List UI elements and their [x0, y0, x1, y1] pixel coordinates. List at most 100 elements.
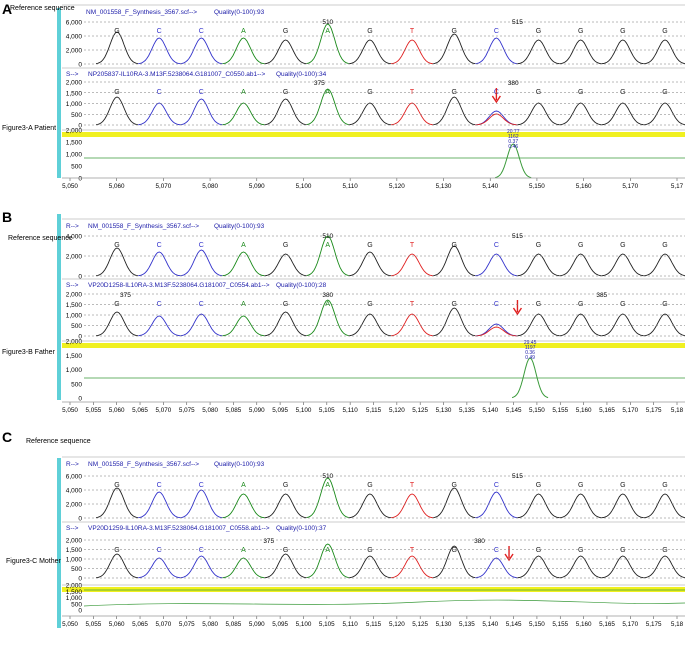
ref-peak-G [348, 493, 391, 519]
x-tick-label: 5,160 [576, 407, 592, 414]
ref-base-call: G [114, 28, 119, 35]
ref-peak-C [475, 253, 518, 277]
x-tick-label: 5,090 [249, 407, 265, 414]
ref-y-tick: 2,000 [66, 502, 83, 509]
x-tick-label: 5,17 [671, 183, 684, 190]
ref-position-label: 510 [322, 473, 333, 480]
ref-peak-G [433, 33, 476, 65]
ref-peak-C [138, 251, 181, 277]
ref-y-tick: 6,000 [66, 474, 83, 481]
x-tick-label: 5,105 [319, 621, 335, 628]
sample-base-call: C [199, 547, 204, 554]
x-tick-label: 5,155 [552, 621, 568, 628]
sample-peak-G [95, 553, 139, 579]
x-tick-label: 5,150 [529, 621, 545, 628]
x-tick-label: 5,120 [389, 407, 405, 414]
ref-peak-A [222, 251, 265, 277]
x-tick-label: 5,110 [343, 621, 359, 628]
x-tick-label: 5,055 [85, 407, 101, 414]
sample-peak-G [264, 311, 307, 337]
sample-base-call: G [536, 547, 541, 554]
sample-peak-C [138, 102, 181, 126]
ref-base-call: T [410, 482, 415, 489]
sample-peak-overlay [475, 326, 518, 337]
ref-peak-G [601, 253, 644, 277]
sample-base-call: A [241, 547, 246, 554]
ref-peak-A [222, 37, 265, 65]
ref-peak-C [180, 37, 223, 65]
ref-base-call: C [157, 242, 162, 249]
sample-quality: Quality(0-100):37 [276, 525, 327, 532]
x-tick-label: 5,070 [156, 621, 172, 628]
ref-base-call: G [578, 482, 583, 489]
x-tick-label: 5,100 [296, 407, 312, 414]
ref-base-call: A [241, 242, 246, 249]
diff-y-tick: 1,500 [66, 353, 83, 360]
ref-peak-G [517, 39, 560, 65]
chromatogram-figure: A Reference sequence NM_001558_F_Synthesis… [2, 1, 685, 628]
diff-y-tick: 500 [71, 381, 82, 388]
sample-peak-G [348, 102, 391, 126]
ref-base-call: G [578, 242, 583, 249]
difference-band [62, 343, 685, 348]
x-tick-label: 5,145 [506, 407, 522, 414]
x-tick-label: 5,065 [132, 621, 148, 628]
ref-base-call: A [325, 242, 330, 249]
ref-peak-G [601, 39, 644, 65]
sample-peak-T [391, 555, 434, 579]
ref-base-call: G [367, 482, 372, 489]
difference-band [62, 132, 685, 137]
ref-base-call: G [620, 242, 625, 249]
ref-position-label: 515 [512, 19, 523, 26]
sample-peak-G [517, 555, 560, 579]
ref-base-call: G [578, 28, 583, 35]
ref-base-call: G [367, 242, 372, 249]
sample-position-label: 380 [508, 80, 519, 87]
x-tick-label: 5,080 [202, 183, 218, 190]
ref-base-call: G [283, 482, 288, 489]
sample-position-label: 385 [596, 292, 607, 299]
panel-indicator-bar [57, 8, 61, 178]
ref-peak-G [95, 31, 139, 65]
sample-base-call: G [578, 547, 583, 554]
x-tick-label: 5,170 [622, 407, 638, 414]
ref-base-call: G [452, 28, 457, 35]
ref-base-call: G [114, 482, 119, 489]
sample-peak-G [601, 313, 644, 337]
x-tick-label: 5,120 [389, 183, 405, 190]
ref-base-call: C [157, 28, 162, 35]
diff-value: 0.49 [525, 355, 535, 361]
panel-b: B Reference sequence R--> NM_001558_F_Synth… [2, 209, 685, 414]
sample-base-call: G [620, 547, 625, 554]
reference-sequence-label: Reference sequence [10, 5, 75, 12]
sample-peak-G [348, 313, 391, 337]
x-tick-label: 5,175 [646, 621, 662, 628]
ref-peak-G [433, 245, 476, 277]
sample-peak-G [433, 96, 476, 126]
x-tick-label: 5,18 [671, 407, 684, 414]
ref-y-tick: 4,000 [66, 234, 83, 241]
sample-base-call: G [367, 547, 372, 554]
ref-base-call: G [114, 242, 119, 249]
ref-peak-G [348, 251, 391, 277]
ref-base-call: A [325, 482, 330, 489]
ref-base-call: G [620, 482, 625, 489]
ref-base-call: A [241, 28, 246, 35]
ref-peak-G [348, 39, 391, 65]
x-tick-label: 5,140 [482, 621, 498, 628]
panel-a: A Reference sequence NM_001558_F_Synthesis… [2, 1, 685, 190]
diff-y-tick: 2,000 [66, 339, 83, 346]
sample-peak-G [601, 102, 644, 126]
sample-track-prefix: S--> [66, 525, 79, 532]
ref-quality: Quality(0-100):93 [214, 223, 265, 230]
ref-y-tick: 0 [78, 516, 82, 523]
ref-quality: Quality(0-100):93 [214, 461, 265, 468]
sample-y-tick: 1,000 [66, 101, 83, 108]
mutation-arrow-icon [512, 300, 523, 316]
sample-peak-G [95, 96, 139, 126]
ref-y-tick: 4,000 [66, 34, 83, 41]
sample-peak-G [559, 102, 602, 126]
sample-y-tick: 1,500 [66, 302, 83, 309]
x-tick-label: 5,050 [62, 183, 78, 190]
sample-peak-G [643, 313, 685, 337]
